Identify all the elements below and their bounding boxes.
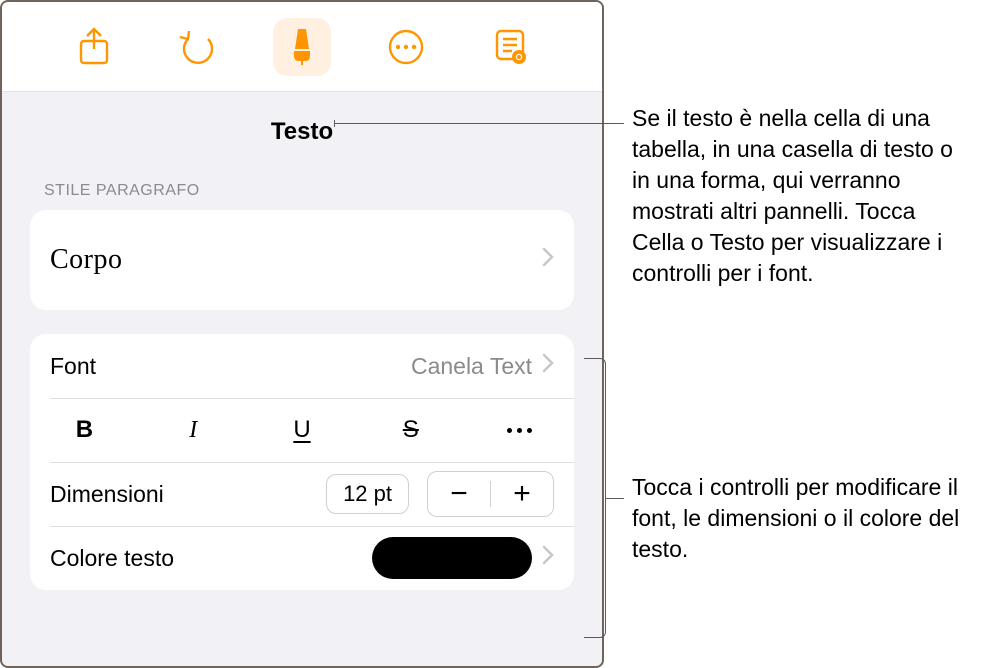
more-text-options-button[interactable] [465, 402, 574, 458]
strikethrough-button[interactable]: S [356, 402, 465, 458]
font-value: Canela Text [411, 353, 532, 380]
underline-button[interactable]: U [248, 402, 357, 458]
chevron-right-icon [542, 246, 554, 274]
paragraph-style-row[interactable]: Corpo [30, 210, 574, 310]
bold-button[interactable]: B [30, 402, 139, 458]
callout-bottom: Tocca i controlli per modificare il font… [632, 472, 972, 565]
toolbar-undo-button[interactable] [169, 18, 227, 76]
font-row[interactable]: Font Canela Text [30, 334, 574, 398]
callout-top: Se il testo è nella cella di una tabella… [632, 103, 972, 289]
undo-icon [178, 27, 218, 67]
size-increment-button[interactable]: + [491, 472, 553, 516]
toolbar-readmode-button[interactable] [481, 18, 539, 76]
size-label: Dimensioni [50, 481, 164, 508]
paragraph-style-value: Corpo [50, 244, 123, 276]
toolbar-share-button[interactable] [65, 18, 123, 76]
ellipsis-icon [507, 428, 532, 433]
leader-tick [334, 120, 335, 127]
text-color-row[interactable]: Colore testo [30, 526, 574, 590]
brush-icon [284, 27, 320, 67]
panel-title: Testo [2, 92, 602, 164]
toolbar [2, 2, 602, 92]
text-color-label: Colore testo [50, 545, 174, 572]
share-icon [77, 27, 111, 67]
read-mode-icon [492, 27, 528, 67]
font-card: Font Canela Text B I U S Dimensioni [30, 334, 574, 590]
italic-button[interactable]: I [139, 402, 248, 458]
text-color-swatch[interactable] [372, 537, 532, 579]
callout-bracket [584, 358, 606, 638]
chevron-right-icon [542, 544, 554, 572]
size-stepper: − + [427, 471, 554, 517]
toolbar-format-button[interactable] [273, 18, 331, 76]
font-label: Font [50, 353, 96, 380]
size-value[interactable]: 12 pt [326, 474, 409, 514]
paragraph-style-card: Corpo [30, 210, 574, 310]
leader-line [334, 123, 624, 124]
text-style-row: B I U S [30, 398, 574, 462]
size-row: Dimensioni 12 pt − + [30, 462, 574, 526]
chevron-right-icon [542, 352, 554, 380]
leader-line [606, 498, 624, 499]
ellipsis-circle-icon [386, 27, 426, 67]
format-panel: Testo STILE PARAGRAFO Corpo Font Canela … [0, 0, 604, 668]
size-decrement-button[interactable]: − [428, 472, 490, 516]
toolbar-more-button[interactable] [377, 18, 435, 76]
paragraph-style-section-label: STILE PARAGRAFO [2, 164, 602, 210]
